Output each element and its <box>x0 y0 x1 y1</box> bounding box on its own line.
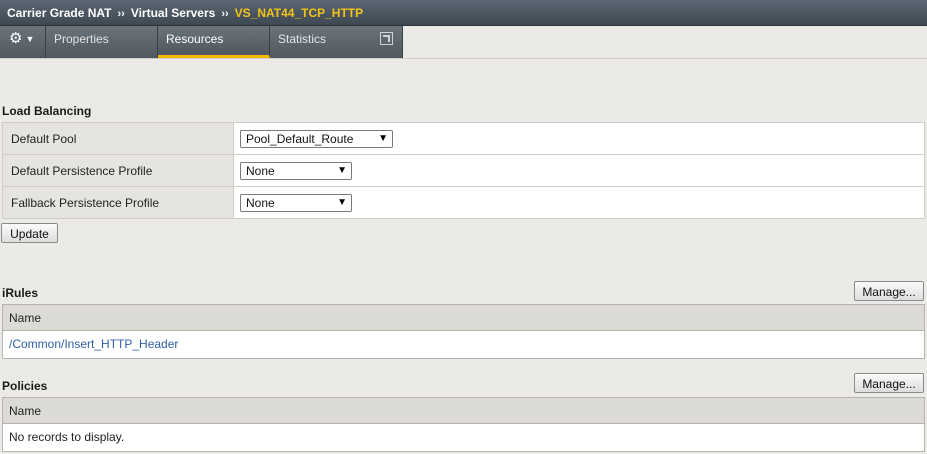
dropdown-arrow-icon: ▼ <box>378 132 388 144</box>
property-label: Fallback Persistence Profile <box>2 186 234 219</box>
breadcrumb-item-carrier-grade-nat[interactable]: Carrier Grade NAT <box>7 6 111 20</box>
load-balancing-table: Default Pool Pool_Default_Route ▼ Defaul… <box>2 122 925 219</box>
breadcrumb-item-virtual-servers[interactable]: Virtual Servers <box>131 6 216 20</box>
section-title-load-balancing: Load Balancing <box>2 104 92 118</box>
dropdown-arrow-icon: ▼ <box>337 164 347 176</box>
popout-window-icon[interactable] <box>380 32 393 45</box>
irule-link[interactable]: /Common/Insert_HTTP_Header <box>9 337 178 351</box>
default-persistence-select[interactable]: None ▼ <box>240 161 352 180</box>
column-header-name[interactable]: Name <box>3 398 924 424</box>
section-title-irules: iRules <box>2 286 39 300</box>
tab-statistics[interactable]: Statistics <box>270 26 403 58</box>
table-row: /Common/Insert_HTTP_Header <box>3 331 924 357</box>
property-label: Default Pool <box>2 122 234 155</box>
tab-resources[interactable]: Resources <box>158 26 270 58</box>
irules-manage-button[interactable]: Manage... <box>854 281 924 301</box>
default-pool-select[interactable]: Pool_Default_Route ▼ <box>240 129 393 148</box>
fallback-persistence-select[interactable]: None ▼ <box>240 193 352 212</box>
policies-manage-button[interactable]: Manage... <box>854 373 924 393</box>
caret-down-icon: ▼ <box>25 34 35 44</box>
breadcrumb-current: VS_NAT44_TCP_HTTP <box>234 6 364 20</box>
irules-table: Name /Common/Insert_HTTP_Header <box>2 304 925 359</box>
column-header-name[interactable]: Name <box>3 305 924 331</box>
breadcrumb-separator: ›› <box>221 8 229 20</box>
breadcrumb: Carrier Grade NAT ›› Virtual Servers ›› VS_N… <box>0 0 927 26</box>
section-title-policies: Policies <box>2 379 48 393</box>
update-button[interactable]: Update <box>1 223 58 243</box>
tab-properties[interactable]: Properties <box>46 26 158 58</box>
property-row-fallback-persistence: Fallback Persistence Profile None ▼ <box>2 186 925 219</box>
property-label: Default Persistence Profile <box>2 154 234 187</box>
dropdown-arrow-icon: ▼ <box>337 196 347 208</box>
property-row-default-pool: Default Pool Pool_Default_Route ▼ <box>2 122 925 155</box>
select-value: Pool_Default_Route <box>246 131 354 146</box>
select-value: None <box>246 195 275 210</box>
gear-icon: ⚙ <box>9 30 23 47</box>
property-row-default-persistence: Default Persistence Profile None ▼ <box>2 154 925 187</box>
breadcrumb-separator: ›› <box>117 8 125 20</box>
policies-table: Name No records to display. <box>2 397 925 452</box>
tab-statistics-label: Statistics <box>278 32 327 46</box>
tab-divider <box>0 58 927 59</box>
tab-bar: ⚙ ▼ Properties Resources Statistics <box>0 26 403 58</box>
settings-menu-button[interactable]: ⚙ ▼ <box>0 26 46 58</box>
empty-message: No records to display. <box>9 430 125 444</box>
select-value: None <box>246 163 275 178</box>
